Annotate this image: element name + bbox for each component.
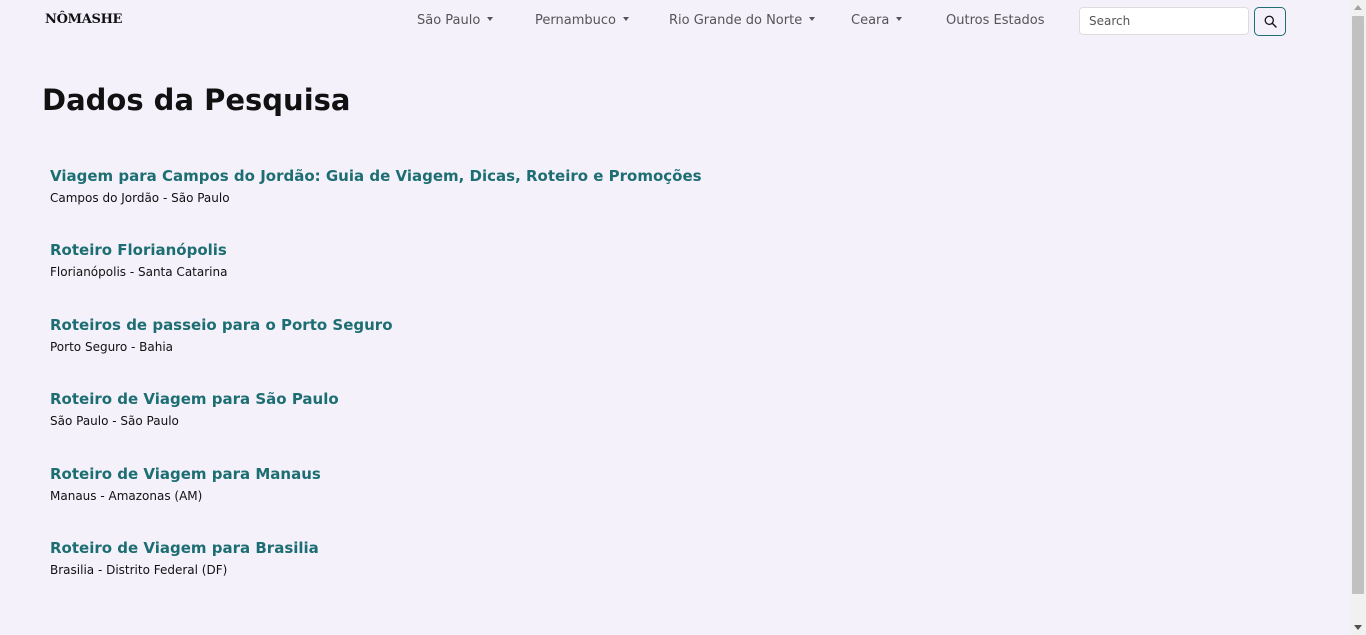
search-button[interactable]	[1254, 7, 1286, 36]
scrollbar-thumb[interactable]	[1352, 16, 1364, 594]
brand-logo[interactable]: NÔMASHE	[45, 12, 122, 27]
result-location: Brasilia - Distrito Federal (DF)	[50, 562, 228, 577]
nav-item-label: Ceara	[851, 13, 890, 28]
search-icon	[1264, 15, 1277, 28]
nav-item-label: Pernambuco	[535, 13, 616, 28]
vertical-scrollbar[interactable]	[1350, 0, 1366, 635]
scroll-down-arrow-icon[interactable]	[1354, 625, 1362, 630]
result-location: Florianópolis - Santa Catarina	[50, 265, 228, 280]
nav-item-label: Rio Grande do Norte	[669, 13, 803, 28]
nav-item-label: Outros Estados	[946, 13, 1045, 28]
result-item: Roteiro de Viagem para Brasilia Brasilia…	[50, 539, 702, 613]
results-list: Viagem para Campos do Jordão: Guia de Vi…	[50, 167, 702, 613]
result-location: Campos do Jordão - São Paulo	[50, 191, 230, 205]
result-location: Manaus - Amazonas (AM)	[50, 488, 203, 503]
nav-item-sao-paulo[interactable]: São Paulo	[417, 13, 494, 28]
caret-down-icon	[809, 17, 816, 21]
result-item: Roteiro de Viagem para Manaus Manaus - A…	[50, 465, 702, 539]
navbar: NÔMASHE São Paulo Pernambuco Rio Grande …	[0, 0, 1350, 42]
result-item: Viagem para Campos do Jordão: Guia de Vi…	[50, 167, 702, 241]
result-title-link[interactable]: Roteiros de passeio para o Porto Seguro	[50, 316, 702, 334]
result-title-link[interactable]: Roteiro de Viagem para São Paulo	[50, 390, 702, 408]
nav-item-outros-estados[interactable]: Outros Estados	[946, 13, 1045, 28]
result-title-link[interactable]: Roteiro de Viagem para Brasilia	[50, 539, 702, 557]
result-location: Porto Seguro - Bahia	[50, 339, 174, 354]
nav-item-rio-grande-do-norte[interactable]: Rio Grande do Norte	[669, 13, 816, 28]
result-title-link[interactable]: Roteiro Florianópolis	[50, 241, 702, 259]
search-input[interactable]	[1079, 7, 1249, 35]
result-item: Roteiro Florianópolis Florianópolis - Sa…	[50, 241, 702, 315]
caret-down-icon	[896, 17, 903, 21]
result-title-link[interactable]: Viagem para Campos do Jordão: Guia de Vi…	[50, 167, 702, 185]
result-item: Roteiro de Viagem para São Paulo São Pau…	[50, 390, 702, 464]
result-location: São Paulo - São Paulo	[50, 414, 179, 429]
nav-item-ceara[interactable]: Ceara	[851, 13, 903, 28]
result-item: Roteiros de passeio para o Porto Seguro …	[50, 316, 702, 390]
nav-item-pernambuco[interactable]: Pernambuco	[535, 13, 629, 28]
scroll-up-arrow-icon[interactable]	[1354, 5, 1362, 10]
page-title: Dados da Pesquisa	[42, 83, 351, 117]
caret-down-icon	[487, 17, 494, 21]
caret-down-icon	[622, 17, 629, 21]
result-title-link[interactable]: Roteiro de Viagem para Manaus	[50, 465, 702, 483]
nav-item-label: São Paulo	[417, 13, 481, 28]
